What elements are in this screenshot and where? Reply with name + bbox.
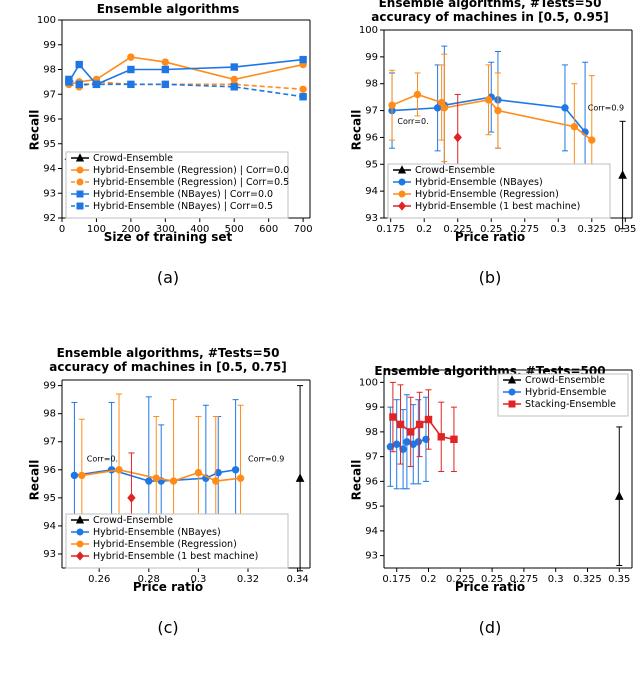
svg-text:99: 99 bbox=[365, 52, 378, 63]
svg-text:95: 95 bbox=[43, 139, 56, 150]
svg-text:Corr=0.: Corr=0. bbox=[397, 117, 428, 126]
svg-text:97: 97 bbox=[365, 106, 378, 117]
caption-d: (d) bbox=[340, 618, 640, 637]
svg-text:99: 99 bbox=[43, 381, 56, 392]
svg-text:96: 96 bbox=[43, 465, 56, 476]
svg-text:95: 95 bbox=[365, 501, 378, 512]
svg-text:Corr=0.: Corr=0. bbox=[87, 454, 118, 463]
svg-text:Hybrid-Ensemble (Regression) |: Hybrid-Ensemble (Regression) | Corr=0.5 bbox=[93, 177, 289, 188]
xlabel: Price ratio bbox=[340, 230, 640, 244]
svg-text:Hybrid-Ensemble (NBayes): Hybrid-Ensemble (NBayes) bbox=[415, 177, 543, 188]
svg-text:98: 98 bbox=[43, 65, 56, 76]
svg-text:98: 98 bbox=[43, 409, 56, 420]
svg-text:Corr=0.9: Corr=0.9 bbox=[588, 104, 624, 113]
xlabel: Size of training set bbox=[18, 230, 318, 244]
svg-text:93: 93 bbox=[365, 551, 378, 562]
svg-text:Hybrid-Ensemble (Regression) |: Hybrid-Ensemble (Regression) | Corr=0.0 bbox=[93, 165, 289, 176]
svg-text:99: 99 bbox=[365, 402, 378, 413]
svg-text:100: 100 bbox=[359, 25, 378, 36]
caption-b: (b) bbox=[340, 268, 640, 287]
svg-text:93: 93 bbox=[43, 549, 56, 560]
svg-text:95: 95 bbox=[43, 493, 56, 504]
svg-text:97: 97 bbox=[365, 452, 378, 463]
svg-text:95: 95 bbox=[365, 159, 378, 170]
svg-text:Hybrid-Ensemble (Regression): Hybrid-Ensemble (Regression) bbox=[93, 539, 237, 550]
svg-text:93: 93 bbox=[365, 213, 378, 224]
panel-a: Ensemble algorithms Recall 0100200300400… bbox=[18, 0, 318, 260]
chart-svg-d: 0.1750.20.2250.250.2750.30.3250.35939495… bbox=[340, 350, 640, 600]
svg-text:96: 96 bbox=[365, 476, 378, 487]
svg-text:Stacking-Ensemble: Stacking-Ensemble bbox=[525, 399, 616, 410]
svg-text:Hybrid-Ensemble (1 best machin: Hybrid-Ensemble (1 best machine) bbox=[415, 201, 580, 212]
svg-text:Crowd-Ensemble: Crowd-Ensemble bbox=[415, 165, 495, 176]
svg-text:99: 99 bbox=[43, 40, 56, 51]
svg-text:100: 100 bbox=[37, 15, 56, 26]
panel-c: Ensemble algorithms, #Tests=50 accuracy … bbox=[18, 350, 318, 610]
svg-text:93: 93 bbox=[43, 188, 56, 199]
xlabel: Price ratio bbox=[340, 580, 640, 594]
svg-text:Hybrid-Ensemble (NBayes) | Cor: Hybrid-Ensemble (NBayes) | Corr=0.0 bbox=[93, 189, 273, 200]
svg-text:Hybrid-Ensemble (NBayes): Hybrid-Ensemble (NBayes) bbox=[93, 527, 221, 538]
svg-text:96: 96 bbox=[365, 132, 378, 143]
svg-text:98: 98 bbox=[365, 427, 378, 438]
svg-text:Crowd-Ensemble: Crowd-Ensemble bbox=[93, 153, 173, 164]
svg-text:Crowd-Ensemble: Crowd-Ensemble bbox=[93, 515, 173, 526]
svg-text:94: 94 bbox=[365, 186, 378, 197]
panel-d: Ensemble algorithms, #Tests=500 Recall 0… bbox=[340, 350, 640, 610]
svg-text:100: 100 bbox=[359, 377, 378, 388]
svg-text:Hybrid-Ensemble (Regression): Hybrid-Ensemble (Regression) bbox=[415, 189, 559, 200]
chart-svg-a: 0100200300400500600700929394959697989910… bbox=[18, 0, 318, 250]
caption-a: (a) bbox=[18, 268, 318, 287]
caption-c: (c) bbox=[18, 618, 318, 637]
svg-text:96: 96 bbox=[43, 114, 56, 125]
svg-text:Hybrid-Ensemble (NBayes) | Cor: Hybrid-Ensemble (NBayes) | Corr=0.5 bbox=[93, 201, 273, 212]
svg-text:Corr=0.9: Corr=0.9 bbox=[248, 454, 284, 463]
chart-svg-b: 0.1750.20.2250.250.2750.30.3250.35939495… bbox=[340, 0, 640, 250]
svg-text:94: 94 bbox=[365, 526, 378, 537]
svg-text:Crowd-Ensemble: Crowd-Ensemble bbox=[525, 375, 605, 386]
xlabel: Price ratio bbox=[18, 580, 318, 594]
svg-text:98: 98 bbox=[365, 79, 378, 90]
panel-b: Ensemble algorithms, #Tests=50 accuracy … bbox=[340, 0, 640, 260]
svg-text:92: 92 bbox=[43, 213, 56, 224]
svg-text:94: 94 bbox=[43, 521, 56, 532]
svg-text:97: 97 bbox=[43, 89, 56, 100]
svg-text:Hybrid-Ensemble (1 best machin: Hybrid-Ensemble (1 best machine) bbox=[93, 551, 258, 562]
svg-text:97: 97 bbox=[43, 437, 56, 448]
chart-svg-c: 0.260.280.30.320.3493949596979899Corr=0.… bbox=[18, 350, 318, 600]
svg-text:94: 94 bbox=[43, 164, 56, 175]
svg-text:Hybrid-Ensemble: Hybrid-Ensemble bbox=[525, 387, 607, 398]
